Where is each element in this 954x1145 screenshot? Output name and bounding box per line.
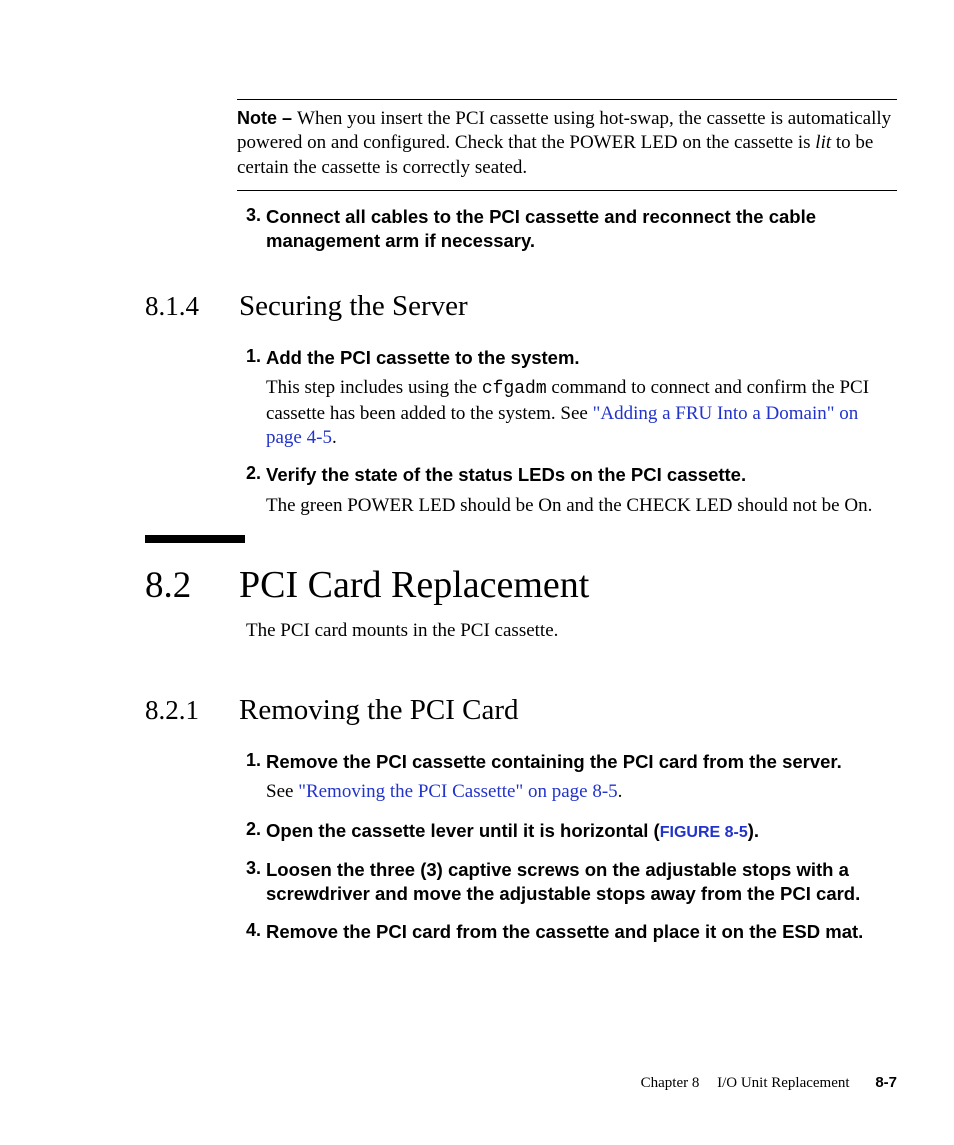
section-number: 8.2.1: [145, 695, 235, 726]
section-intro: The PCI card mounts in the PCI cassette.: [246, 620, 896, 642]
step-number: 2.: [246, 819, 266, 843]
step-number: 3.: [246, 858, 266, 907]
step-number: 4.: [246, 920, 266, 944]
note-box: Note – When you insert the PCI cassette …: [237, 99, 897, 191]
page: Note – When you insert the PCI cassette …: [0, 0, 954, 1145]
step-instruction: Verify the state of the status LEDs on t…: [266, 463, 896, 487]
footer-title: I/O Unit Replacement: [717, 1075, 849, 1091]
step-item: 2. Verify the state of the status LEDs o…: [246, 463, 896, 518]
steps-8-1-4: 1. Add the PCI cassette to the system. T…: [246, 346, 896, 524]
step-item: 1. Add the PCI cassette to the system. T…: [246, 346, 896, 451]
heading-8-2: 8.2 PCI Card Replacement: [145, 563, 905, 607]
section-title: Removing the PCI Card: [239, 694, 519, 726]
section-number: 8.2: [145, 564, 235, 607]
step-description: See "Removing the PCI Cassette" on page …: [266, 780, 896, 805]
step-item: 1. Remove the PCI cassette containing th…: [246, 750, 896, 805]
step-item: 4. Remove the PCI card from the cassette…: [246, 920, 896, 944]
step-instruction: Connect all cables to the PCI cassette a…: [266, 205, 896, 254]
section-title: PCI Card Replacement: [239, 564, 589, 606]
note-text: Note – When you insert the PCI cassette …: [237, 107, 897, 180]
footer-chapter: Chapter 8: [641, 1075, 700, 1091]
step-instruction: Loosen the three (3) captive screws on t…: [266, 858, 896, 907]
note-label: Note –: [237, 108, 297, 128]
step-description: This step includes using the cfgadm comm…: [266, 376, 896, 451]
section-rule: [145, 535, 245, 543]
step-number: 1.: [246, 346, 266, 451]
step-instruction: Add the PCI cassette to the system.: [266, 346, 896, 370]
step-number: 3.: [246, 205, 266, 254]
footer-page-number: 8-7: [875, 1074, 897, 1091]
step-description: The green POWER LED should be On and the…: [266, 494, 896, 519]
step-instruction: Remove the PCI card from the cassette an…: [266, 920, 896, 944]
step-item: 3. Loosen the three (3) captive screws o…: [246, 858, 896, 907]
heading-8-2-1: 8.2.1 Removing the PCI Card: [145, 694, 905, 727]
section-title: Securing the Server: [239, 290, 468, 322]
note-italic: lit: [815, 132, 831, 153]
note-body-a: When you insert the PCI cassette using h…: [237, 108, 891, 153]
cross-reference-link[interactable]: "Removing the PCI Cassette" on page 8-5: [298, 781, 617, 802]
steps-8-2-1: 1. Remove the PCI cassette containing th…: [246, 750, 896, 959]
step-number: 2.: [246, 463, 266, 518]
heading-8-1-4: 8.1.4 Securing the Server: [145, 290, 905, 323]
section-number: 8.1.4: [145, 291, 235, 322]
step-number: 1.: [246, 750, 266, 805]
step-instruction: Remove the PCI cassette containing the P…: [266, 750, 896, 774]
page-footer: Chapter 8 I/O Unit Replacement 8-7: [0, 1074, 897, 1092]
step-item: 2. Open the cassette lever until it is h…: [246, 819, 896, 843]
command-text: cfgadm: [482, 379, 547, 399]
top-step: 3. Connect all cables to the PCI cassett…: [246, 205, 896, 260]
figure-reference-link[interactable]: FIGURE 8-5: [660, 824, 748, 841]
step-instruction: Open the cassette lever until it is hori…: [266, 819, 896, 843]
